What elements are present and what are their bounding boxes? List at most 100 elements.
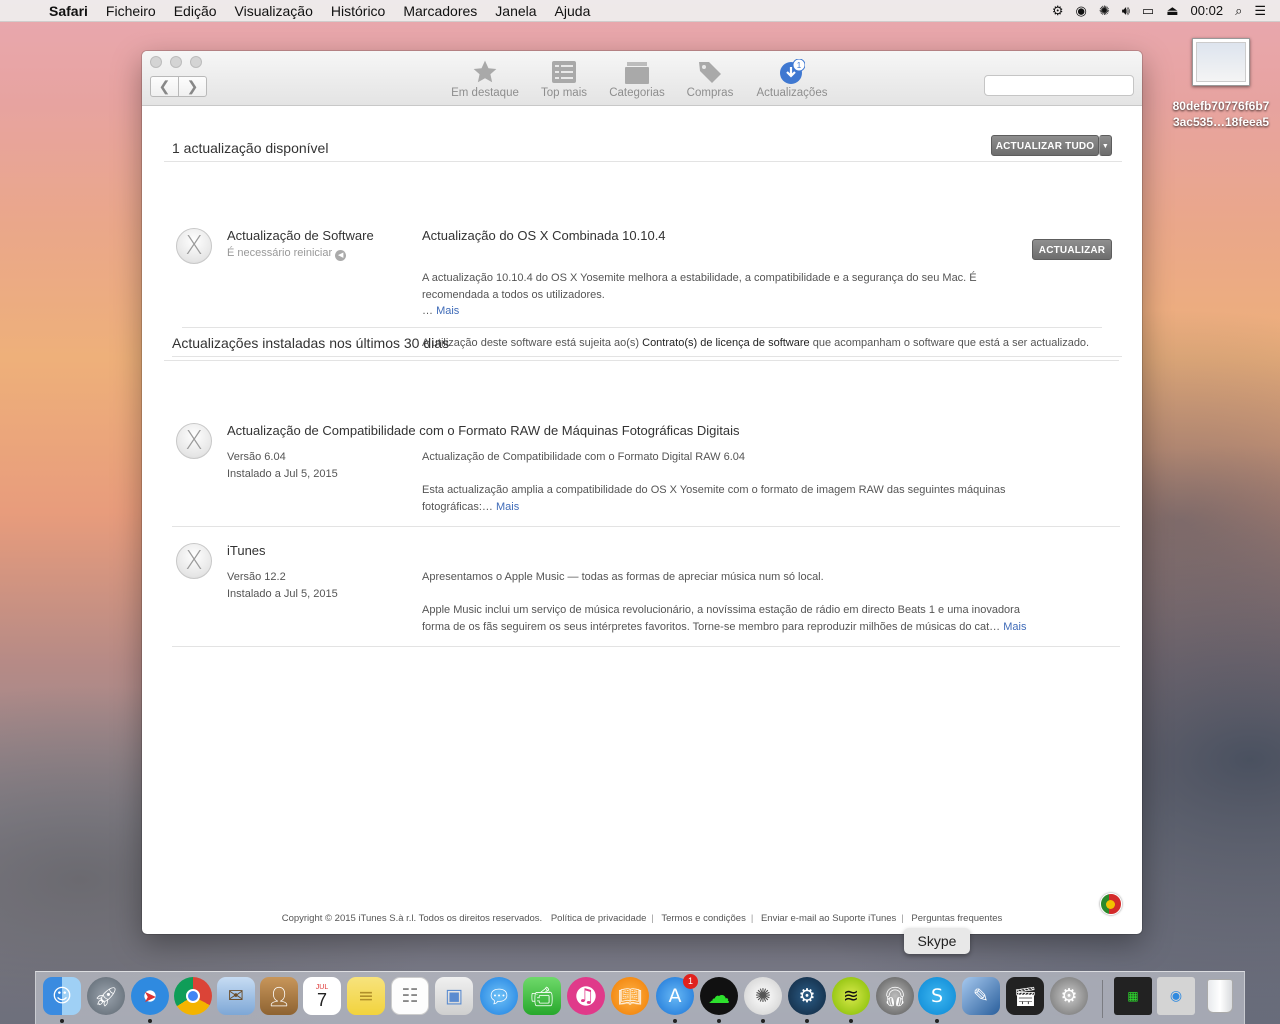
calendar-icon[interactable]: JUL 7 xyxy=(303,977,341,1015)
downloads-stack-icon[interactable]: ◉ xyxy=(1157,977,1195,1015)
toolbar: ❮ ❯ Em destaque Top mais Categorias Comp… xyxy=(142,51,1142,106)
divider xyxy=(182,327,1102,328)
steam-icon[interactable]: ⚙ xyxy=(788,977,826,1015)
license-link[interactable]: Contrato(s) de licença de software xyxy=(642,337,810,349)
volume-icon[interactable]: 🔊︎ xyxy=(1116,3,1136,19)
script-editor-icon[interactable]: ✎ xyxy=(962,977,1000,1015)
divider xyxy=(172,526,1120,527)
itunes-icon[interactable]: ♫ xyxy=(567,977,605,1015)
copyright-text: Copyright © 2015 iTunes S.à r.l. Todos o… xyxy=(281,913,543,924)
file-thumbnail xyxy=(1192,38,1250,86)
tab-top-charts[interactable]: Top mais xyxy=(534,59,594,99)
finder-icon[interactable]: ☺ xyxy=(43,977,81,1015)
imovie-icon[interactable]: 🎬︎ xyxy=(1006,977,1044,1015)
chrome-icon[interactable] xyxy=(174,977,212,1015)
menu-clock[interactable]: 00:02 xyxy=(1185,3,1230,18)
eject-icon[interactable]: ⏏ xyxy=(1160,3,1184,19)
skype-icon[interactable]: S xyxy=(918,977,956,1015)
tab-featured[interactable]: Em destaque xyxy=(448,59,522,99)
facetime-icon[interactable]: 📹︎ xyxy=(523,977,561,1015)
footer-link-terms[interactable]: Termos e condições xyxy=(661,913,745,924)
gear-status-icon[interactable]: ⚙ xyxy=(1046,3,1070,19)
svg-text:1: 1 xyxy=(797,61,802,70)
spotlight-search-icon[interactable]: ⌕ xyxy=(1229,3,1248,19)
messages-icon[interactable]: 💬︎ xyxy=(480,977,518,1015)
safari-icon[interactable]: ➤ xyxy=(131,977,169,1015)
system-preferences-icon[interactable]: ⚙ xyxy=(1050,977,1088,1015)
preview-icon[interactable]: ▣ xyxy=(435,977,473,1015)
app-store-window: ❮ ❯ Em destaque Top mais Categorias Comp… xyxy=(142,51,1142,934)
menu-historico[interactable]: Histórico xyxy=(322,3,394,19)
reminders-icon[interactable]: ☷ xyxy=(391,977,429,1015)
installed-section-title: Actualizações instaladas nos últimos 30 … xyxy=(172,335,450,351)
menu-marcadores[interactable]: Marcadores xyxy=(394,3,486,19)
minimize-window-button[interactable] xyxy=(170,56,182,68)
menu-visualizacao[interactable]: Visualização xyxy=(226,3,322,19)
teamspeak-icon[interactable]: 🎧︎ xyxy=(876,977,914,1015)
close-window-button[interactable] xyxy=(150,56,162,68)
ibooks-icon[interactable]: 📖︎ xyxy=(611,977,649,1015)
running-indicator xyxy=(849,1019,853,1023)
updates-content: 1 actualização disponível ACTUALIZAR TUD… xyxy=(142,107,1142,934)
notification-center-icon[interactable]: ☰ xyxy=(1248,3,1272,19)
more-link[interactable]: Mais xyxy=(496,501,519,513)
country-flag-portugal-icon[interactable] xyxy=(1100,893,1122,915)
restart-note: É necessário reiniciar ◀ xyxy=(227,245,347,262)
installed-item-description: Apresentamos o Apple Music — todas as fo… xyxy=(422,571,1027,633)
more-link[interactable]: Mais xyxy=(1003,621,1026,633)
running-indicator xyxy=(717,1019,721,1023)
launchpad-icon[interactable]: 🚀︎ xyxy=(87,977,125,1015)
menu-edicao[interactable]: Edição xyxy=(165,3,226,19)
updates-download-icon: 1 xyxy=(780,59,805,84)
osx-app-icon: X xyxy=(176,423,212,459)
categories-box-icon xyxy=(625,62,649,84)
mail-icon[interactable]: ✉ xyxy=(217,977,255,1015)
recent-apps-stack-icon[interactable]: ▦ xyxy=(1114,977,1152,1015)
tag-icon xyxy=(699,62,721,83)
update-all-dropdown-button[interactable]: ▼ xyxy=(1099,135,1112,156)
menu-janela[interactable]: Janela xyxy=(486,3,545,19)
footer-link-support-email[interactable]: Enviar e-mail ao Suporte iTunes xyxy=(761,913,896,924)
dock-separator xyxy=(1102,980,1103,1018)
contacts-icon[interactable]: 👤︎ xyxy=(260,977,298,1015)
osx-app-icon: X xyxy=(176,228,212,264)
tab-categories[interactable]: Categorias xyxy=(604,59,670,99)
tab-updates[interactable]: 1 Actualizações xyxy=(750,59,834,99)
chevron-left-icon: ❮ xyxy=(158,78,171,94)
installed-item-meta: Versão 12.2 Instalado a Jul 5, 2015 xyxy=(227,571,338,600)
divider xyxy=(164,360,1119,361)
update-all-button[interactable]: ACTUALIZAR TUDO xyxy=(991,135,1099,156)
steelseries-icon[interactable]: ✺ xyxy=(744,977,782,1015)
app-store-badge: 1 xyxy=(683,974,698,989)
trash-icon[interactable] xyxy=(1201,977,1239,1015)
installed-item-meta: Versão 6.04 Instalado a Jul 5, 2015 xyxy=(227,451,338,480)
zoom-window-button[interactable] xyxy=(190,56,202,68)
back-button[interactable]: ❮ xyxy=(150,76,179,97)
menu-ficheiro[interactable]: Ficheiro xyxy=(97,3,165,19)
footer-link-privacy[interactable]: Política de privacidade xyxy=(551,913,647,924)
forward-button[interactable]: ❯ xyxy=(178,76,207,97)
menu-app-safari[interactable]: Safari xyxy=(40,3,97,19)
cloud-sync-icon[interactable]: ☁ xyxy=(700,977,738,1015)
steelseries-status-icon[interactable]: ✺ xyxy=(1093,3,1116,19)
more-link[interactable]: Mais xyxy=(436,305,459,317)
display-mirror-icon[interactable]: ▭ xyxy=(1136,3,1160,19)
installed-item-name: Actualização de Compatibilidade com o Fo… xyxy=(227,423,740,438)
tab-purchases[interactable]: Compras xyxy=(680,59,740,99)
sync-status-icon[interactable]: ◉ xyxy=(1069,3,1092,19)
running-indicator xyxy=(805,1019,809,1023)
update-button[interactable]: ACTUALIZAR xyxy=(1032,239,1112,260)
search-input[interactable] xyxy=(984,75,1134,96)
menu-ajuda[interactable]: Ajuda xyxy=(546,3,600,19)
installed-item-name: iTunes xyxy=(227,543,266,558)
restart-info-icon[interactable]: ◀ xyxy=(335,250,347,261)
divider xyxy=(172,646,1120,647)
footer-link-faq[interactable]: Perguntas frequentes xyxy=(911,913,1002,924)
notes-icon[interactable]: ≡ xyxy=(347,977,385,1015)
available-section-title: 1 actualização disponível xyxy=(172,140,329,156)
desktop-screenshot-file[interactable]: 80defb70776f6b7 3ac535…18feea5 xyxy=(1166,38,1276,130)
update-item-description: A actualização 10.10.4 do OS X Yosemite … xyxy=(422,272,977,317)
app-store-icon[interactable]: A1 xyxy=(656,974,698,1015)
spotify-icon[interactable]: ≋ xyxy=(832,977,870,1015)
list-icon xyxy=(552,61,576,83)
